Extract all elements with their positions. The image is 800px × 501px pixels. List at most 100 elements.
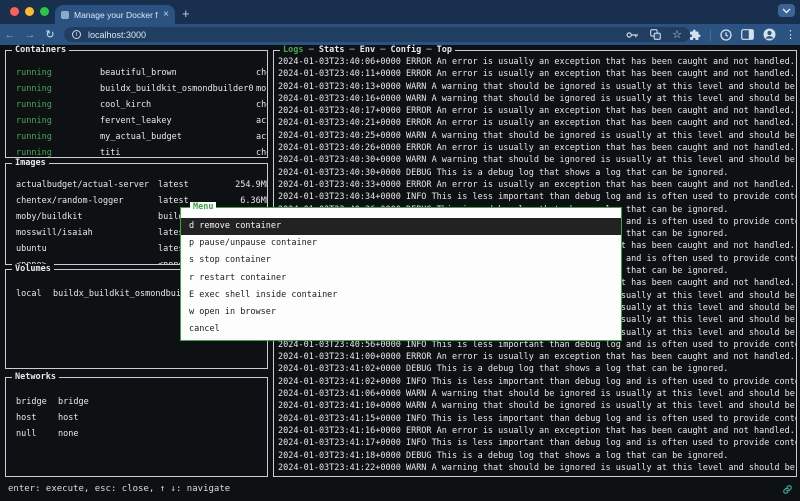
log-message: A warning that should be ignored is usua… bbox=[432, 131, 796, 141]
extensions-puzzle-icon[interactable] bbox=[689, 29, 701, 41]
log-message: An error is usually an exception that ha… bbox=[437, 106, 795, 116]
forward-button[interactable]: → bbox=[20, 29, 40, 41]
log-timestamp: 2024-01-03T23:41:16+0000 bbox=[278, 426, 401, 436]
menu-item[interactable]: dremove container bbox=[181, 218, 621, 235]
side-panel-icon[interactable] bbox=[741, 29, 754, 40]
browser-chrome: Manage your Docker fleet wi × + ← → ↻ i … bbox=[0, 0, 800, 45]
log-line: 2024-01-03T23:41:00+0000 ERROR An error … bbox=[274, 351, 796, 363]
menu-item-label: open in browser bbox=[199, 307, 276, 317]
log-level: WARN bbox=[406, 155, 426, 165]
log-timestamp: 2024-01-03T23:40:06+0000 bbox=[278, 57, 401, 67]
log-message: A warning that should be ignored is usua… bbox=[432, 389, 796, 399]
log-timestamp: 2024-01-03T23:40:21+0000 bbox=[278, 118, 401, 128]
menu-item-key: d bbox=[189, 221, 199, 231]
menu-item-key: p bbox=[189, 238, 199, 248]
container-status: running bbox=[16, 81, 100, 97]
tab-favicon bbox=[61, 11, 69, 19]
window-zoom-button[interactable] bbox=[40, 7, 49, 16]
menu-item-key: r bbox=[189, 273, 199, 283]
log-message: An error is usually an exception that ha… bbox=[437, 57, 795, 67]
menu-item[interactable]: rrestart container bbox=[181, 270, 621, 287]
networks-list: bridgebridgehosthostnullnone bbox=[6, 378, 267, 476]
log-message: An error is usually an exception that ha… bbox=[437, 426, 795, 436]
reload-button[interactable]: ↻ bbox=[40, 28, 60, 41]
log-message: A warning that should be ignored is usua… bbox=[432, 94, 796, 104]
image-name: actualbudget/actual-server bbox=[16, 177, 158, 193]
log-timestamp: 2024-01-03T23:40:34+0000 bbox=[278, 192, 401, 202]
menu-item[interactable]: cancel bbox=[181, 321, 621, 338]
image-name: <none> bbox=[16, 257, 158, 264]
bookmark-star-icon[interactable]: ☆ bbox=[672, 28, 682, 41]
profile-avatar-icon[interactable] bbox=[763, 28, 776, 41]
log-line: 2024-01-03T23:41:15+0000 INFO This is le… bbox=[274, 413, 796, 425]
log-message: This is less important than debug log an… bbox=[432, 192, 796, 202]
log-line: 2024-01-03T23:40:25+0000 WARN A warning … bbox=[274, 130, 796, 142]
back-button[interactable]: ← bbox=[0, 29, 20, 41]
log-line: 2024-01-03T23:40:13+0000 WARN A warning … bbox=[274, 81, 796, 93]
container-row[interactable]: runningtitichentex/random-logger bbox=[6, 145, 267, 157]
log-timestamp: 2024-01-03T23:40:56+0000 bbox=[278, 340, 401, 350]
log-level: WARN bbox=[406, 131, 426, 141]
log-message: An error is usually an exception that ha… bbox=[437, 352, 795, 362]
menu-item-label: stop container bbox=[199, 255, 271, 265]
log-line: 2024-01-03T23:41:10+0000 WARN A warning … bbox=[274, 400, 796, 412]
menu-item[interactable]: Eexec shell inside container bbox=[181, 287, 621, 304]
container-row[interactable]: runningcool_kirchchentex/random-logger bbox=[6, 97, 267, 113]
log-timestamp: 2024-01-03T23:40:30+0000 bbox=[278, 168, 401, 178]
log-level: INFO bbox=[406, 377, 426, 387]
log-message: A warning that should be ignored is usua… bbox=[432, 463, 796, 473]
log-timestamp: 2024-01-03T23:40:17+0000 bbox=[278, 106, 401, 116]
network-row[interactable]: nullnone bbox=[6, 426, 267, 442]
window-controls bbox=[10, 7, 49, 16]
log-timestamp: 2024-01-03T23:40:26+0000 bbox=[278, 143, 401, 153]
container-row[interactable]: runningfervent_leakeyactualbudget/actual… bbox=[6, 113, 267, 129]
image-tag: latest bbox=[158, 177, 228, 193]
log-timestamp: 2024-01-03T23:41:00+0000 bbox=[278, 352, 401, 362]
network-driver: bridge bbox=[58, 394, 267, 410]
container-row[interactable]: runningbuildx_buildkit_osmondbuilder0mob… bbox=[6, 81, 267, 97]
tab-search-button[interactable] bbox=[778, 4, 795, 17]
menu-item[interactable]: wopen in browser bbox=[181, 304, 621, 321]
tab-close-icon[interactable]: × bbox=[163, 9, 169, 20]
new-tab-button[interactable]: + bbox=[182, 5, 190, 23]
log-line: 2024-01-03T23:40:17+0000 ERROR An error … bbox=[274, 105, 796, 117]
menu-item-label: exec shell inside container bbox=[199, 290, 337, 300]
status-bar: enter: execute, esc: close, ↑ ↓: navigat… bbox=[0, 481, 800, 501]
window-minimize-button[interactable] bbox=[25, 7, 34, 16]
menu-item[interactable]: sstop container bbox=[181, 252, 621, 269]
menu-item-label: cancel bbox=[189, 324, 220, 334]
image-name: moby/buildkit bbox=[16, 209, 158, 225]
menu-item-label: pause/unpause container bbox=[199, 238, 317, 248]
container-image: chentex/random-logger bbox=[256, 65, 267, 81]
browser-tab[interactable]: Manage your Docker fleet wi × bbox=[55, 5, 175, 24]
image-row[interactable]: actualbudget/actual-serverlatest254.9MB bbox=[6, 177, 267, 193]
log-message: This is a debug log that shows a log tha… bbox=[437, 364, 729, 374]
address-bar[interactable]: i localhost:3000 ☆ bbox=[64, 27, 690, 42]
network-row[interactable]: hosthost bbox=[6, 410, 267, 426]
log-line: 2024-01-03T23:41:22+0000 WARN A warning … bbox=[274, 462, 796, 474]
log-message: A warning that should be ignored is usua… bbox=[432, 401, 796, 411]
log-message: A warning that should be ignored is usua… bbox=[432, 82, 796, 92]
log-timestamp: 2024-01-03T23:41:02+0000 bbox=[278, 377, 401, 387]
url-text[interactable]: localhost:3000 bbox=[88, 30, 626, 40]
network-row[interactable]: bridgebridge bbox=[6, 394, 267, 410]
log-timestamp: 2024-01-03T23:41:22+0000 bbox=[278, 463, 401, 473]
log-timestamp: 2024-01-03T23:41:15+0000 bbox=[278, 414, 401, 424]
log-message: This is a debug log that shows a log tha… bbox=[437, 168, 729, 178]
site-info-icon[interactable]: i bbox=[72, 30, 81, 39]
network-name: bridge bbox=[16, 394, 58, 410]
menu-item[interactable]: ppause/unpause container bbox=[181, 235, 621, 252]
container-row[interactable]: runningbeautiful_brownchentex/random-log… bbox=[6, 65, 267, 81]
log-level: WARN bbox=[406, 389, 426, 399]
log-message: An error is usually an exception that ha… bbox=[437, 143, 795, 153]
log-level: WARN bbox=[406, 401, 426, 411]
container-image: moby/buildkit bbox=[256, 81, 267, 97]
translate-icon[interactable] bbox=[650, 29, 661, 40]
container-row[interactable]: runningmy_actual_budgetactualbudget/actu… bbox=[6, 129, 267, 145]
window-close-button[interactable] bbox=[10, 7, 19, 16]
log-message: This is less important than debug log an… bbox=[432, 340, 796, 350]
password-key-icon[interactable] bbox=[626, 30, 639, 40]
log-level: DEBUG bbox=[406, 364, 432, 374]
browser-menu-kebab-icon[interactable]: ⋮ bbox=[785, 28, 796, 41]
extension-badge-icon[interactable] bbox=[720, 29, 732, 41]
